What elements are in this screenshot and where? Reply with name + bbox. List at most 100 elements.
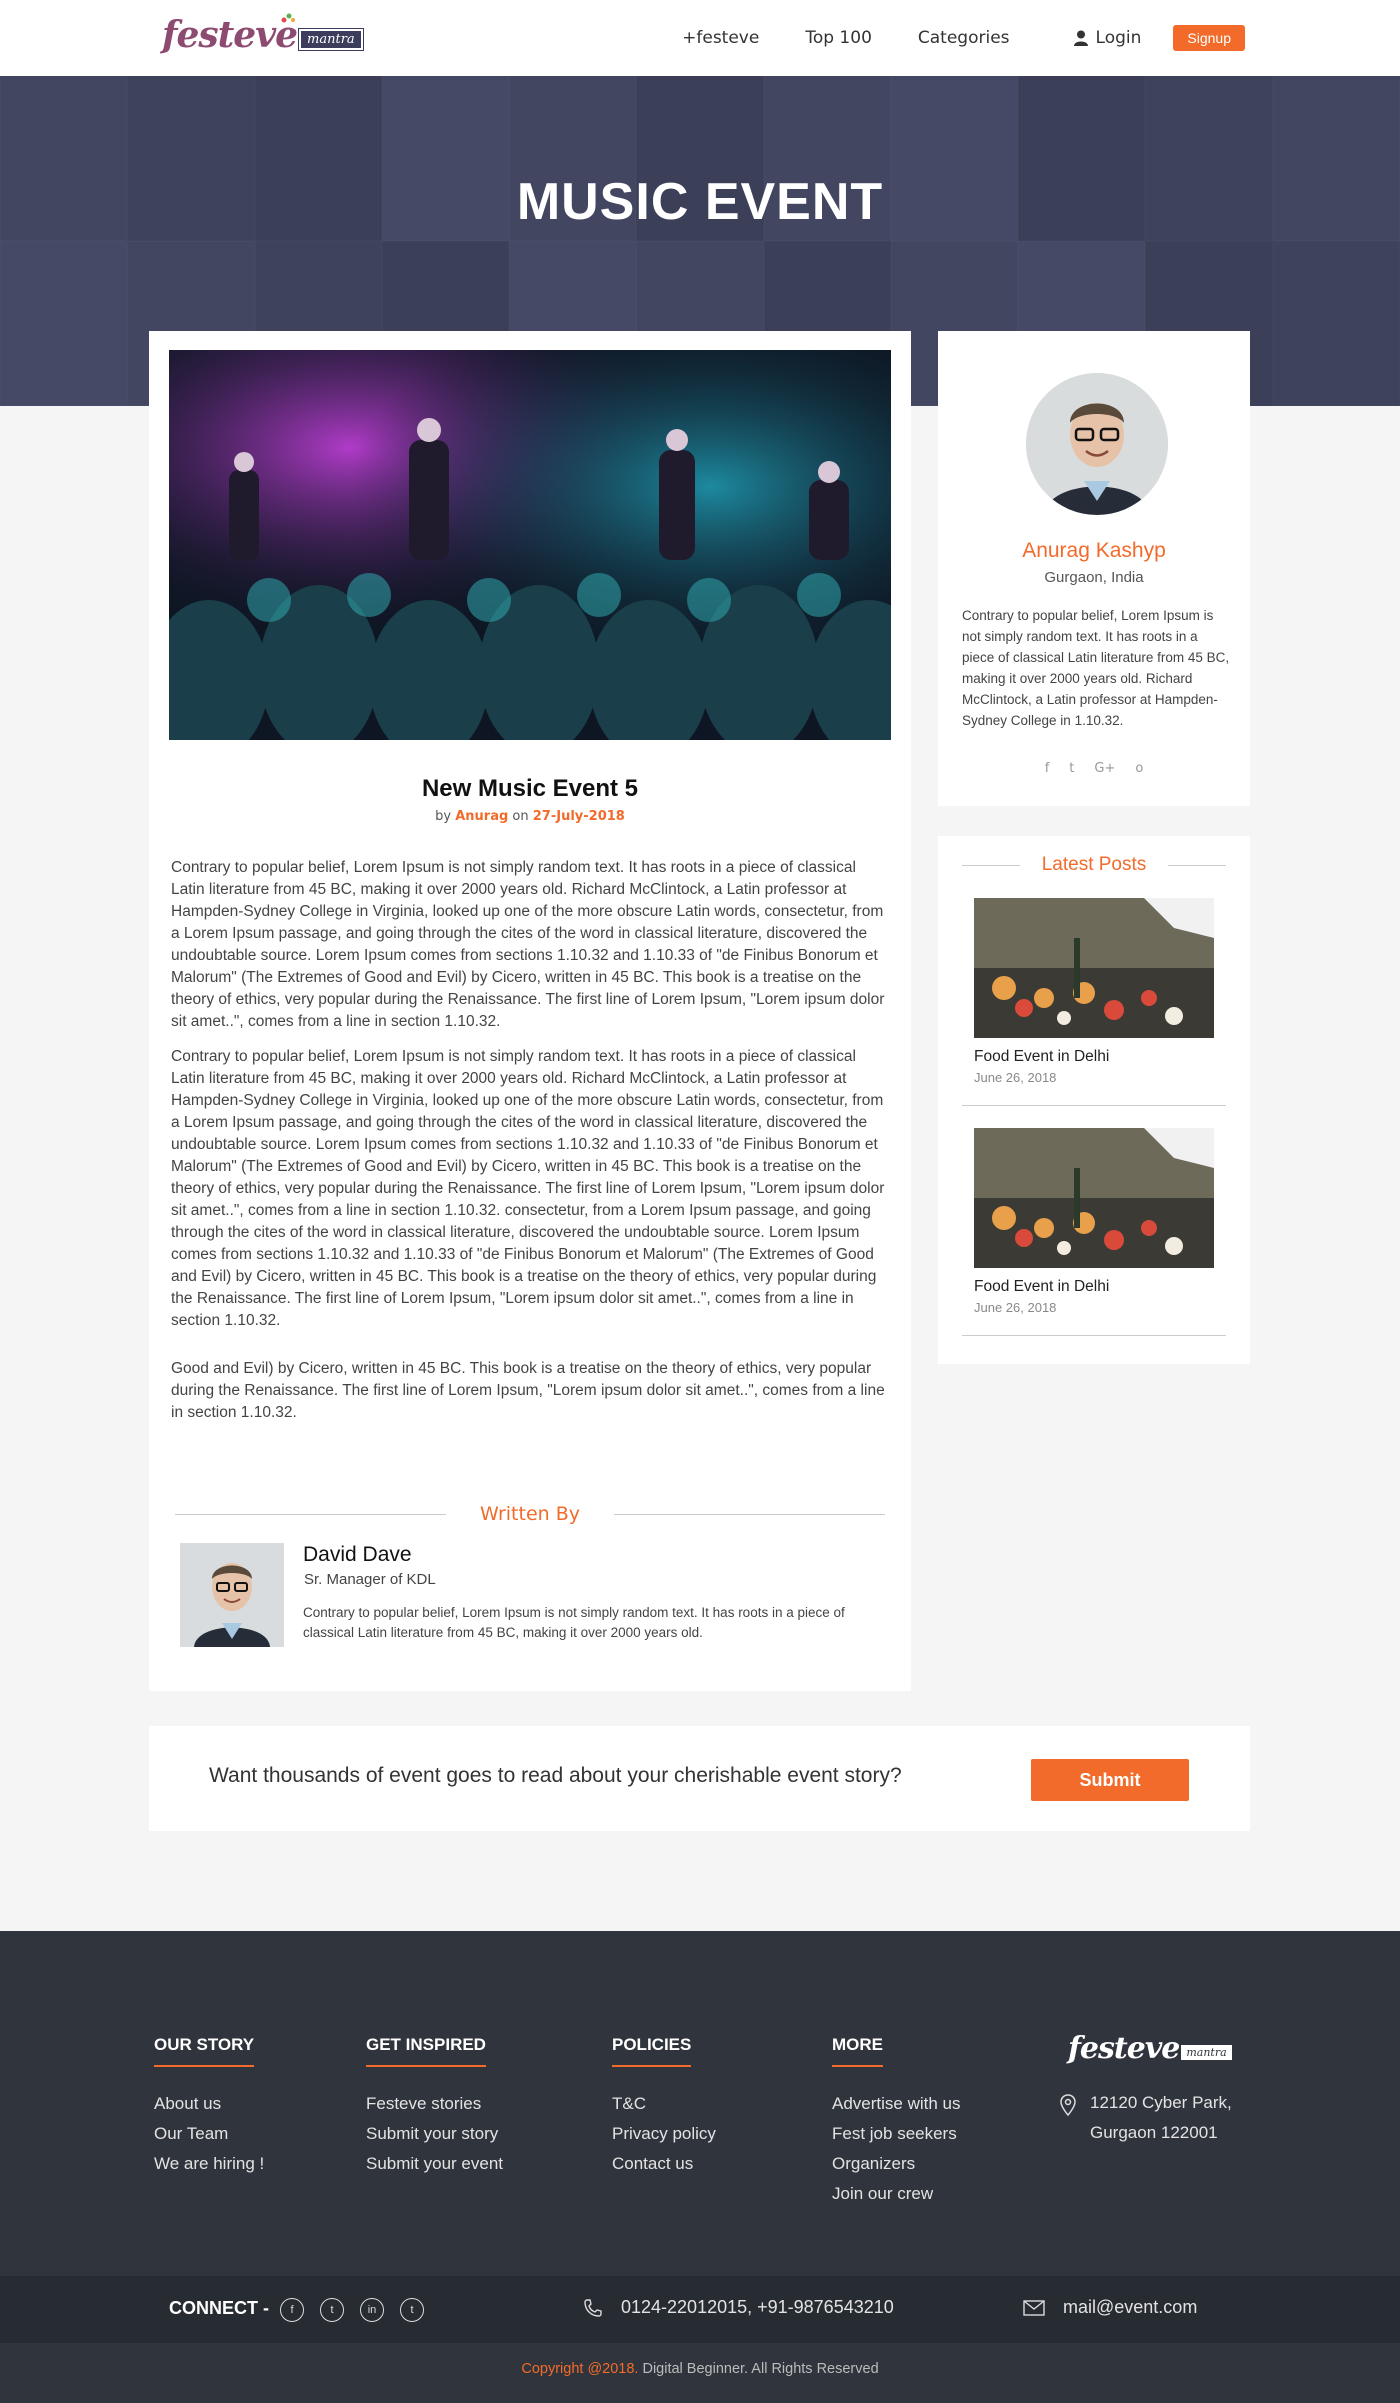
footer-link-our-team[interactable]: Our Team <box>154 2119 264 2149</box>
footer-heading: GET INSPIRED <box>366 2035 486 2067</box>
event-paragraph: Contrary to popular belief, Lorem Ipsum … <box>171 1048 885 1329</box>
nav-top-100[interactable]: Top 100 <box>805 28 872 48</box>
post-thumbnail[interactable] <box>974 1128 1214 1268</box>
written-by-heading: Written By <box>480 1503 580 1525</box>
profile-social-links: f t G+ o <box>938 761 1250 776</box>
author-profile-card: Anurag Kashyp Gurgaon, India Contrary to… <box>938 331 1250 806</box>
footer-col-policies: POLICIES T&C Privacy policy Contact us <box>612 2035 716 2179</box>
instagram-icon[interactable]: o <box>1135 761 1143 776</box>
phone-icon <box>584 2298 602 2317</box>
footer-link-organizers[interactable]: Organizers <box>832 2149 961 2179</box>
profile-location: Gurgaon, India <box>1044 569 1144 586</box>
copyright-bar: Copyright @2018. Digital Beginner. All R… <box>0 2343 1400 2403</box>
profile-avatar <box>1026 373 1168 515</box>
footer-heading: MORE <box>832 2035 883 2067</box>
footer-col-get-inspired: GET INSPIRED Festeve stories Submit your… <box>366 2035 503 2179</box>
logo-badge: mantra <box>298 27 364 51</box>
event-body: Contrary to popular belief, Lorem Ipsum … <box>171 857 887 1437</box>
post-title[interactable]: Food Event in Delhi <box>974 1048 1226 1066</box>
latest-posts-heading: Latest Posts <box>962 854 1226 876</box>
user-icon <box>1073 30 1088 46</box>
footer-link-job-seekers[interactable]: Fest job seekers <box>832 2119 961 2149</box>
twitter-icon[interactable]: t <box>320 2298 344 2322</box>
event-photo <box>169 350 891 740</box>
written-by-divider: Written By <box>175 1503 886 1525</box>
cta-text: Want thousands of event goes to read abo… <box>209 1764 902 1787</box>
footer-link-privacy[interactable]: Privacy policy <box>612 2119 716 2149</box>
festeve-logo[interactable]: festeve mantra <box>162 13 364 56</box>
writer-avatar <box>180 1543 284 1647</box>
footer-phone: 0124-22012015, +91-9876543210 <box>583 2297 894 2318</box>
footer-col-our-story: OUR STORY About us Our Team We are hirin… <box>154 2035 264 2179</box>
latest-post-item[interactable]: Food Event in Delhi June 26, 2018 <box>962 898 1226 1106</box>
nav-festeve[interactable]: +festeve <box>682 28 759 48</box>
copyright-text: Digital Beginner. All Rights Reserved <box>638 2361 879 2377</box>
latest-posts-card: Latest Posts Food Event in Delhi June 26… <box>938 836 1250 1364</box>
event-author-link[interactable]: Anurag <box>455 809 508 824</box>
footer-social-links: f t in t <box>280 2298 424 2322</box>
submit-story-cta: Want thousands of event goes to read abo… <box>149 1726 1250 1831</box>
footer-link-festeve-stories[interactable]: Festeve stories <box>366 2089 503 2119</box>
address-line-2: Gurgaon 122001 <box>1090 2123 1218 2142</box>
logo-dots-icon <box>281 13 295 23</box>
location-pin-icon <box>1060 2094 1076 2116</box>
linkedin-icon[interactable]: in <box>360 2298 384 2322</box>
facebook-icon[interactable]: f <box>1045 761 1050 776</box>
nav-categories[interactable]: Categories <box>918 28 1010 48</box>
login-label: Login <box>1095 28 1142 48</box>
footer-col-more: MORE Advertise with us Fest job seekers … <box>832 2035 961 2209</box>
footer-logo-text: festeve <box>1068 2031 1180 2066</box>
site-footer: OUR STORY About us Our Team We are hirin… <box>0 1931 1400 2276</box>
email-address[interactable]: mail@event.com <box>1063 2297 1197 2318</box>
submit-button[interactable]: Submit <box>1031 1759 1189 1801</box>
footer-address: 12120 Cyber Park, Gurgaon 122001 <box>1060 2088 1232 2148</box>
latest-post-item[interactable]: Food Event in Delhi June 26, 2018 <box>962 1128 1226 1336</box>
on-word: on <box>512 809 529 824</box>
footer-email: mail@event.com <box>1023 2297 1197 2318</box>
twitter-icon[interactable]: t <box>1069 761 1074 776</box>
post-title[interactable]: Food Event in Delhi <box>974 1278 1226 1296</box>
address-line-1: 12120 Cyber Park, <box>1090 2093 1232 2112</box>
event-title: New Music Event 5 <box>421 775 639 802</box>
footer-logo-badge: mantra <box>1181 2045 1232 2060</box>
hero-title: MUSIC EVENT <box>516 173 884 231</box>
event-paragraph: Contrary to popular belief, Lorem Ipsum … <box>171 859 885 1030</box>
footer-link-join-crew[interactable]: Join our crew <box>832 2179 961 2209</box>
footer-link-contact[interactable]: Contact us <box>612 2149 716 2179</box>
main-nav: +festeve Top 100 Categories Login Signup <box>682 0 1400 76</box>
event-meta: by Anurag on 27-July-2018 <box>149 809 911 824</box>
event-paragraph: Good and Evil) by Cicero, written in 45 … <box>171 1360 885 1421</box>
facebook-icon[interactable]: f <box>280 2298 304 2322</box>
footer-link-hiring[interactable]: We are hiring ! <box>154 2149 264 2179</box>
mail-icon <box>1023 2299 1045 2316</box>
site-header: festeve mantra +festeve Top 100 Categori… <box>0 0 1400 76</box>
login-link[interactable]: Login <box>1073 28 1142 48</box>
connect-bar: CONNECT - f t in t 0124-22012015, +91-98… <box>0 2276 1400 2343</box>
footer-link-tc[interactable]: T&C <box>612 2089 716 2119</box>
post-date: June 26, 2018 <box>974 1070 1057 1085</box>
logo-text: festeve <box>162 14 298 56</box>
footer-heading: OUR STORY <box>154 2035 255 2067</box>
event-date: 27-July-2018 <box>532 809 625 824</box>
post-date: June 26, 2018 <box>974 1300 1057 1315</box>
signup-button[interactable]: Signup <box>1173 25 1245 51</box>
post-thumbnail[interactable] <box>974 898 1214 1038</box>
footer-link-about-us[interactable]: About us <box>154 2089 264 2119</box>
twitter-icon[interactable]: t <box>400 2298 424 2322</box>
by-prefix: by <box>435 809 452 824</box>
connect-label: CONNECT - <box>169 2298 269 2318</box>
latest-posts-title: Latest Posts <box>1041 854 1147 875</box>
footer-link-submit-story[interactable]: Submit your story <box>366 2119 503 2149</box>
footer-logo[interactable]: festeve mantra <box>1068 2031 1232 2066</box>
footer-heading: POLICIES <box>612 2035 692 2067</box>
writer-role: Sr. Manager of KDL <box>304 1571 436 1588</box>
event-article-card: New Music Event 5 by Anurag on 27-July-2… <box>149 331 911 1691</box>
profile-name: Anurag Kashyp <box>1022 539 1166 562</box>
writer-bio: Contrary to popular belief, Lorem Ipsum … <box>303 1605 845 1640</box>
google-plus-icon[interactable]: G+ <box>1094 761 1115 776</box>
phone-number[interactable]: 0124-22012015, +91-9876543210 <box>621 2297 894 2318</box>
copyright-year: Copyright @2018. <box>521 2361 639 2377</box>
footer-link-advertise[interactable]: Advertise with us <box>832 2089 961 2119</box>
profile-bio: Contrary to popular belief, Lorem Ipsum … <box>962 608 1230 728</box>
footer-link-submit-event[interactable]: Submit your event <box>366 2149 503 2179</box>
